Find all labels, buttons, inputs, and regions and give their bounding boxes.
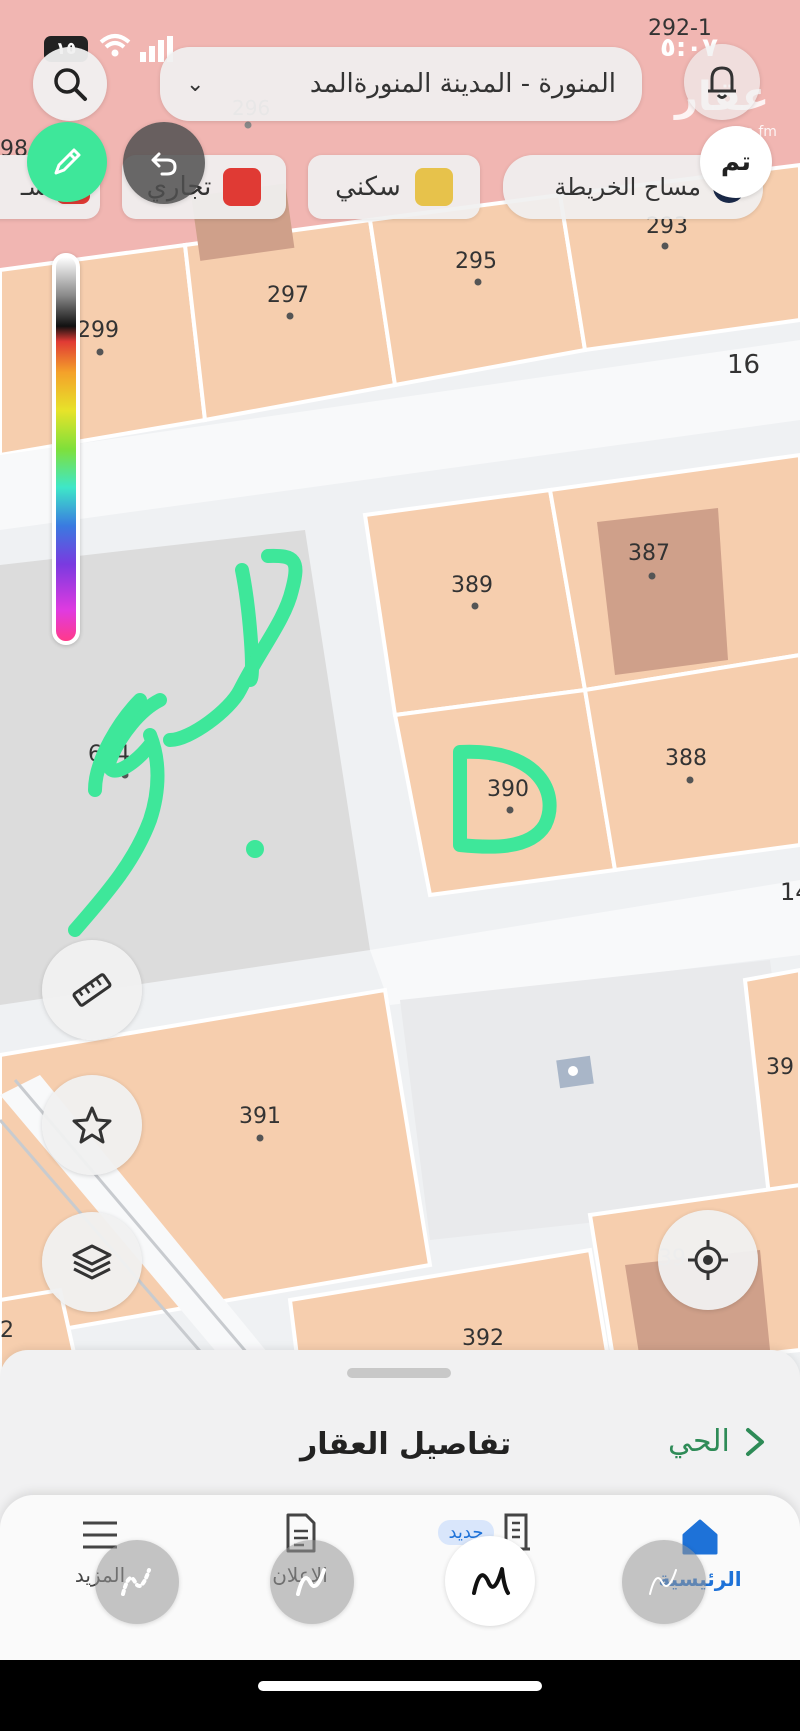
star-icon — [72, 1106, 112, 1144]
layers-button[interactable] — [42, 1212, 142, 1312]
favorites-button[interactable] — [42, 1075, 142, 1175]
filter-chip-residential[interactable]: سكني — [308, 155, 480, 219]
pen-brush-icon — [472, 1567, 510, 1595]
search-button[interactable] — [33, 47, 107, 121]
chevron-right-icon — [745, 1427, 764, 1456]
ruler-icon — [72, 973, 112, 1007]
home-indicator-area — [0, 1660, 800, 1731]
commercial-color-swatch — [223, 168, 262, 206]
residential-color-swatch — [414, 168, 453, 206]
search-icon — [54, 68, 87, 101]
home-indicator[interactable] — [258, 1681, 542, 1691]
brush-style-pen[interactable] — [445, 1536, 535, 1626]
color-picker-slider[interactable] — [52, 253, 80, 645]
neighborhood-label: الحي — [668, 1424, 730, 1459]
undo-icon — [151, 152, 177, 176]
filter-chip-label: سكني — [335, 172, 401, 202]
location-search-bar[interactable]: ⌄ المنورة - المدينة المنورةالمد — [160, 47, 642, 121]
crosshair-icon — [688, 1240, 728, 1280]
dotted-brush-icon — [121, 1568, 151, 1596]
wifi-icon — [98, 33, 132, 63]
notifications-button[interactable] — [684, 44, 760, 120]
locate-me-button[interactable] — [658, 1210, 758, 1310]
neighborhood-link[interactable]: الحي — [668, 1424, 766, 1459]
layers-icon — [72, 1244, 112, 1280]
sheet-drag-handle[interactable] — [347, 1368, 451, 1378]
measure-button[interactable] — [42, 940, 142, 1040]
details-title: تفاصيل العقار — [300, 1427, 512, 1462]
pencil-icon — [54, 148, 81, 175]
marker-brush-icon — [296, 1568, 326, 1596]
done-button[interactable]: تم — [700, 126, 772, 198]
brush-style-marker[interactable] — [270, 1540, 354, 1624]
bell-icon — [708, 66, 736, 99]
location-text: المنورة - المدينة المنورةالمد — [309, 69, 616, 99]
filter-chip-label: مساح الخريطة — [554, 173, 701, 201]
undo-button[interactable] — [123, 122, 205, 204]
done-label: تم — [720, 147, 752, 177]
brush-style-thin[interactable] — [622, 1540, 706, 1624]
brush-style-dotted[interactable] — [95, 1540, 179, 1624]
chevron-down-icon[interactable]: ⌄ — [186, 72, 204, 97]
thin-brush-icon — [649, 1569, 677, 1595]
pen-tool-button[interactable] — [27, 122, 107, 202]
